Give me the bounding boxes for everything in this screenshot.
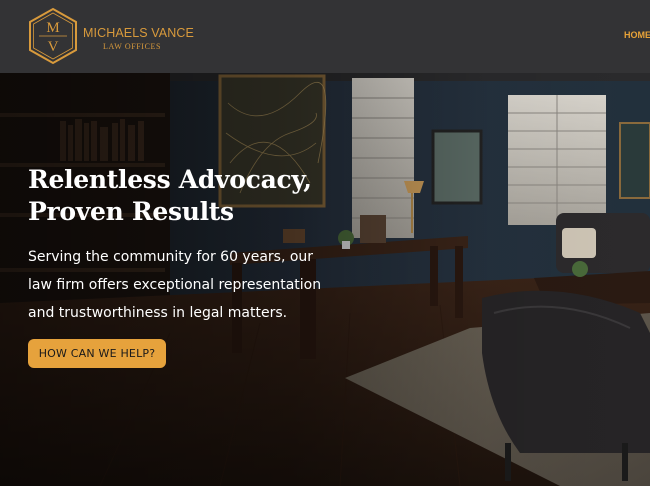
brand-subtitle: LAW OFFICES xyxy=(103,42,162,51)
how-can-we-help-button[interactable]: HOW CAN WE HELP? xyxy=(28,339,166,368)
hero-section: Relentless Advocacy, Proven Results Serv… xyxy=(0,73,650,486)
hero-description-line1: Serving the community for 60 years, our xyxy=(28,249,314,265)
brand-name: MICHAELS VANCE xyxy=(83,26,194,40)
brand-logo[interactable]: M V xyxy=(27,7,79,65)
monogram-hexagon-icon: M V xyxy=(29,7,77,65)
hero-description: Serving the community for 60 years, our … xyxy=(28,243,368,327)
svg-text:M: M xyxy=(46,20,59,36)
hero-headline: Relentless Advocacy, Proven Results xyxy=(28,164,388,228)
svg-text:V: V xyxy=(48,39,59,55)
site-header: M V MICHAELS VANCE LAW OFFICES HOME xyxy=(0,0,650,73)
nav-item-home[interactable]: HOME xyxy=(624,30,650,40)
hero-description-line2: law firm offers exceptional representati… xyxy=(28,277,322,293)
hero-description-line3: and trustworthiness in legal matters. xyxy=(28,305,288,321)
hero-headline-line1: Relentless Advocacy, xyxy=(28,165,312,194)
hero-headline-line2: Proven Results xyxy=(28,197,234,226)
